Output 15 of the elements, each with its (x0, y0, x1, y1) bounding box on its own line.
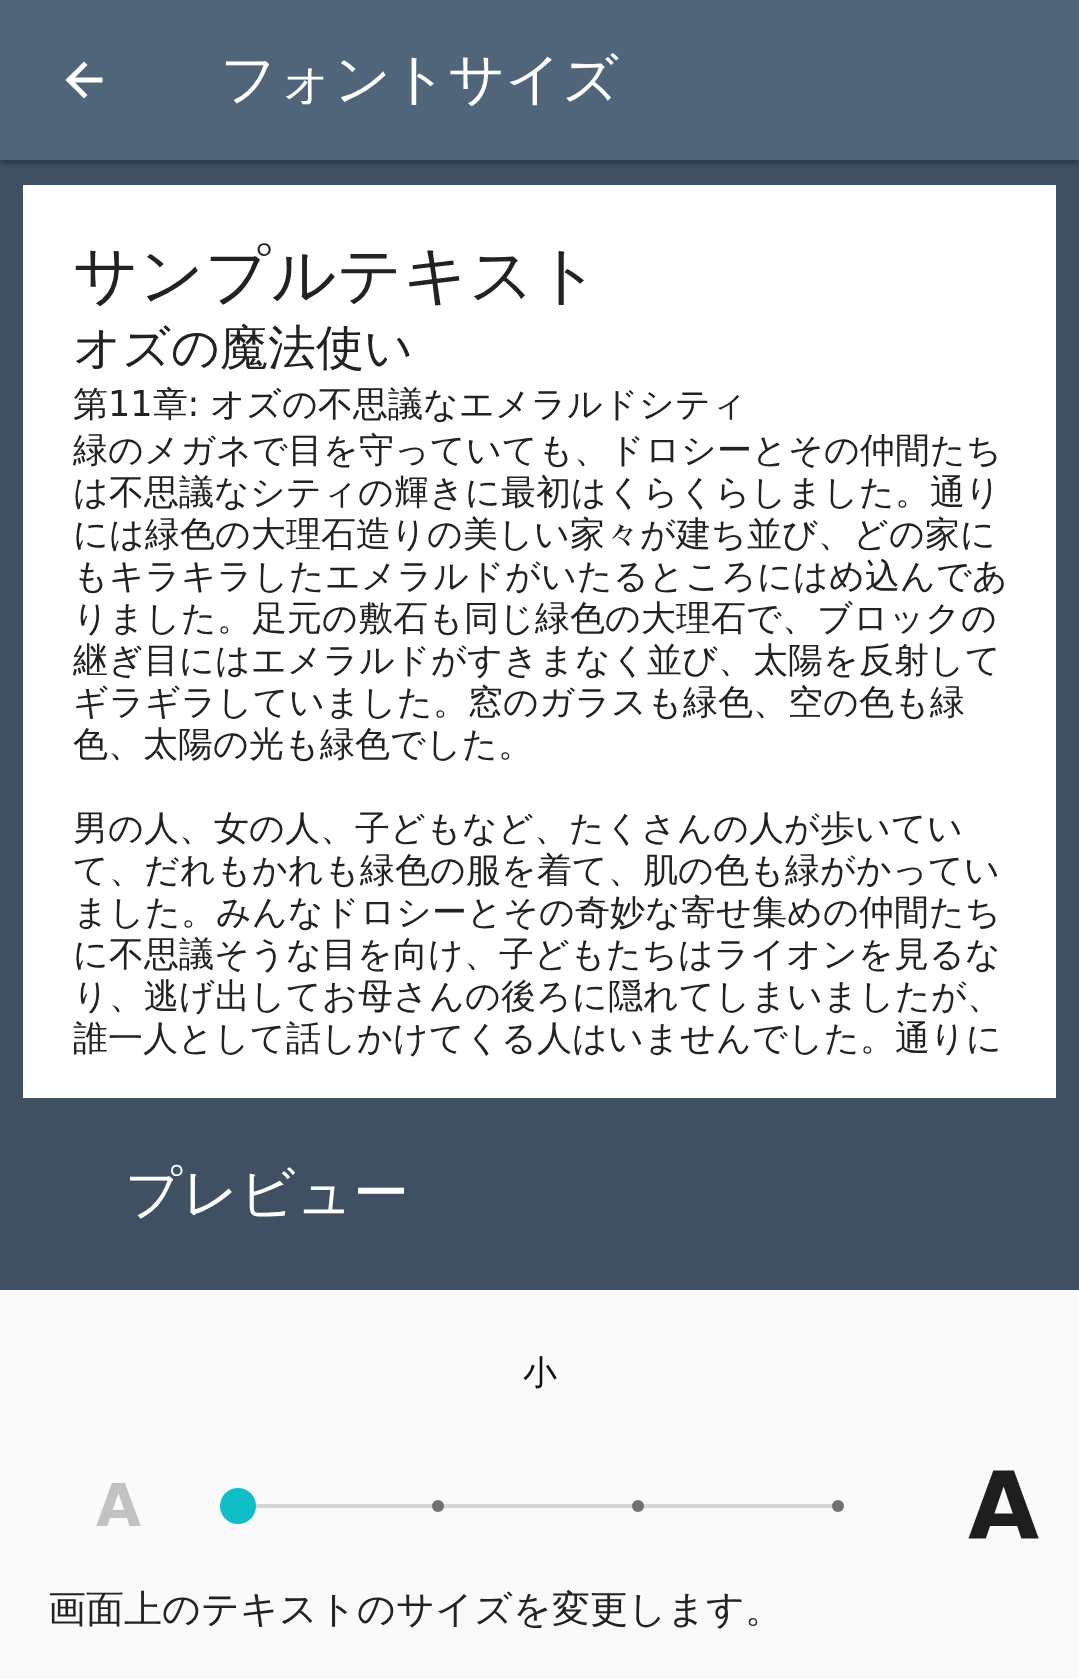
step-dot (632, 1500, 644, 1512)
slider-thumb[interactable] (220, 1488, 256, 1524)
sample-paragraph: 男の人、女の人、子どもなど、たくさんの人が歩いていて、だれもかれも緑色の服を着て、肌の色も緑がかっていました。みんなドロシーとその奇妙な寄せ集めの仲間たちに不思議そうな目を向け、子どもたちはライオンを見るなり、逃げ出してお母さんの後ろに隠れてしまいましたが、誰一人として話しかけてくる人はいませんでした。通りに (73, 807, 1003, 1059)
preview-label: プレビュー (125, 1159, 409, 1227)
sample-paragraph: 緑のメガネで目を守っていても、ドロシーとその仲間たちは不思議なシティの輝きに最初はくらくらしました。通りには緑色の大理石造りの美しい家々が建ち並び、どの家にもキラキラしたエメラルドがいたるところにはめ込んでありました。足元の敷石も同じ緑色の大理石で、ブロックの継ぎ目にはエメラルドがすきまなく並び、太陽を反射してギラギラしていました。窓のガラスも緑色、空の色も緑色、太陽の光も緑色でした。 (73, 429, 1009, 765)
book-title: オズの魔法使い (73, 318, 414, 377)
screen-title: フォントサイズ (220, 45, 619, 113)
sample-title: サンプルテキスト (73, 237, 602, 314)
description-text: 画面上のテキストのサイズを変更します。 (48, 1586, 784, 1633)
step-dot (432, 1500, 444, 1512)
chapter-title: 第11章: オズの不思議なエメラルドシティ (73, 383, 749, 426)
large-text-sample: A (968, 1452, 1040, 1560)
small-text-sample: A (96, 1472, 142, 1540)
current-size-label: 小 (522, 1351, 557, 1394)
step-dot (832, 1500, 844, 1512)
